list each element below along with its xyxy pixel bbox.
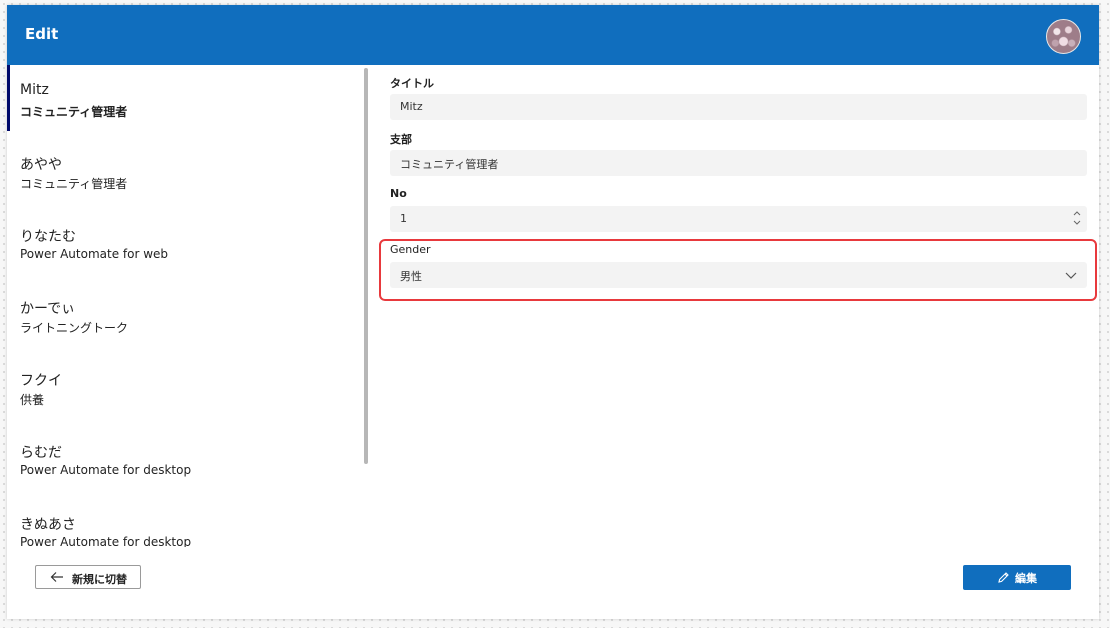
gallery-item-subtitle: 供養: [20, 393, 45, 407]
gallery-item-subtitle: コミュニティ管理者: [20, 105, 128, 119]
switch-to-new-label: 新規に切替: [72, 573, 127, 586]
gallery-item[interactable]: らむだ Power Automate for desktop: [7, 425, 357, 497]
edit-screen: Edit Mitz コミュニティ管理者 あやや コミュニティ管理者 りなたむ P…: [7, 5, 1099, 619]
title-input-value: Mitz: [400, 100, 423, 113]
gallery-item-title: フクイ: [20, 373, 62, 389]
no-field-label: No: [390, 187, 407, 200]
edit-button[interactable]: 編集: [963, 565, 1071, 590]
gallery-item[interactable]: きぬあさ Power Automate for desktop: [7, 497, 357, 547]
branch-field-label: 支部: [390, 133, 412, 146]
gender-highlight-box: [379, 239, 1097, 301]
chevron-down-icon[interactable]: [1072, 218, 1082, 228]
title-input[interactable]: Mitz: [390, 94, 1087, 120]
title-field-label: タイトル: [390, 77, 434, 90]
gallery-item-title: らむだ: [20, 445, 62, 461]
number-spinner[interactable]: [1072, 208, 1082, 230]
gallery-scrollbar[interactable]: [364, 68, 368, 464]
switch-to-new-button[interactable]: 新規に切替: [35, 565, 141, 589]
gallery-item-subtitle: Power Automate for desktop: [20, 535, 192, 547]
edit-button-label: 編集: [1015, 572, 1037, 585]
user-avatar[interactable]: [1046, 19, 1081, 54]
selection-indicator: [7, 65, 10, 131]
no-number-input[interactable]: 1: [390, 206, 1087, 232]
gallery-item-title: Mitz: [20, 82, 49, 98]
gallery-item-title: かーでぃ: [20, 301, 76, 317]
arrow-left-icon: [50, 572, 63, 582]
pencil-icon: [998, 572, 1009, 583]
gallery-item[interactable]: Mitz コミュニティ管理者: [7, 65, 357, 137]
gallery-item-subtitle: Power Automate for desktop: [20, 463, 192, 477]
gallery-item[interactable]: かーでぃ ライトニングトーク: [7, 281, 357, 353]
gallery-item-title: あやや: [20, 157, 62, 173]
gallery-item-subtitle: Power Automate for web: [20, 247, 169, 261]
branch-input[interactable]: コミュニティ管理者: [390, 150, 1087, 176]
gallery-item[interactable]: フクイ 供養: [7, 353, 357, 425]
gallery-item-title: りなたむ: [20, 229, 76, 245]
no-input-value: 1: [400, 212, 407, 225]
header-bar: Edit: [7, 5, 1099, 65]
gallery-item-subtitle: ライトニングトーク: [20, 321, 129, 335]
gallery-item-subtitle: コミュニティ管理者: [20, 177, 128, 191]
gallery-item[interactable]: りなたむ Power Automate for web: [7, 209, 357, 281]
chevron-up-icon[interactable]: [1072, 208, 1082, 218]
branch-input-value: コミュニティ管理者: [400, 158, 499, 171]
gallery-item-title: きぬあさ: [20, 517, 76, 533]
gallery-item[interactable]: あやや コミュニティ管理者: [7, 137, 357, 209]
record-gallery: Mitz コミュニティ管理者 あやや コミュニティ管理者 りなたむ Power …: [7, 65, 357, 547]
page-title: Edit: [25, 25, 59, 43]
